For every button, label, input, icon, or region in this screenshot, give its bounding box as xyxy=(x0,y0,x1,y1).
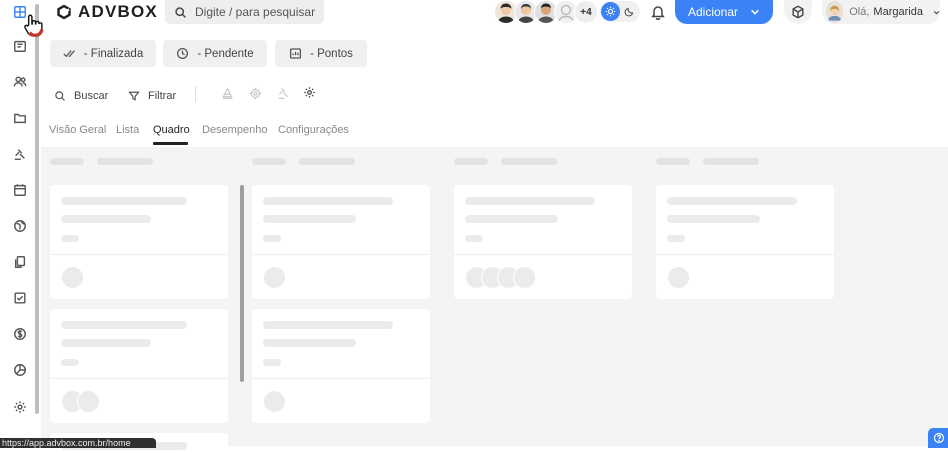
double-check-icon xyxy=(63,50,75,58)
task-card-skeleton[interactable] xyxy=(252,185,430,299)
tab-configuracoes[interactable]: Configurações xyxy=(278,124,349,136)
search-icon xyxy=(55,91,65,101)
notifications-bell-icon[interactable] xyxy=(650,4,666,21)
filter-icon xyxy=(128,91,140,101)
status-pill-finalizada[interactable]: - Finalizada xyxy=(50,40,156,67)
documents-icon[interactable] xyxy=(11,253,29,271)
search-tasks-button[interactable]: Buscar xyxy=(54,88,108,104)
points-icon xyxy=(290,48,302,59)
status-bar-url: https://app.advbox.com.br/home xyxy=(0,438,156,448)
column-header-skeleton xyxy=(50,158,84,165)
cube-icon xyxy=(792,5,804,19)
status-pill-label: - Pontos xyxy=(310,47,353,60)
task-card-skeleton[interactable] xyxy=(656,185,834,299)
sidebar-scrollbar-thumb[interactable] xyxy=(35,4,39,414)
globe-icon[interactable] xyxy=(11,217,29,235)
hand-cursor-icon xyxy=(20,12,46,38)
user-menu[interactable]: Olá, Margarida xyxy=(822,0,940,24)
chevron-down-icon xyxy=(933,10,940,14)
calendar-icon[interactable] xyxy=(11,181,29,199)
priority-icon[interactable] xyxy=(220,86,234,100)
task-card-skeleton[interactable] xyxy=(50,185,228,299)
status-pill-label: - Pendente xyxy=(197,47,254,60)
global-search[interactable] xyxy=(165,0,324,24)
column-header-skeleton xyxy=(454,158,488,165)
logo[interactable]: ADVBOX xyxy=(56,0,158,24)
kanban-board xyxy=(41,147,948,453)
settings-icon[interactable] xyxy=(302,85,316,99)
moon-icon[interactable] xyxy=(620,2,639,21)
gavel-icon[interactable] xyxy=(11,145,29,163)
active-tab-indicator xyxy=(153,142,188,145)
column-header-skeleton xyxy=(97,158,153,165)
filter-button[interactable]: Filtrar xyxy=(128,88,176,104)
status-pill-pontos[interactable]: - Pontos xyxy=(275,40,367,67)
tab-lista[interactable]: Lista xyxy=(116,124,139,136)
target-icon[interactable] xyxy=(248,86,262,100)
user-avatar xyxy=(826,1,844,23)
dollar-icon[interactable] xyxy=(11,325,29,343)
filter-label: Filtrar xyxy=(148,90,177,102)
help-button[interactable] xyxy=(928,428,948,448)
column-header-skeleton xyxy=(252,158,286,165)
column-header-skeleton xyxy=(299,158,355,165)
toolbar-divider xyxy=(195,86,196,102)
column-header-skeleton xyxy=(703,158,759,165)
tab-visao-geral[interactable]: Visão Geral xyxy=(49,124,106,136)
column-scrollbar[interactable] xyxy=(240,185,244,382)
settings-icon[interactable] xyxy=(11,398,29,416)
theme-toggle[interactable] xyxy=(600,1,640,22)
task-card-skeleton[interactable] xyxy=(454,185,632,299)
column-header-skeleton xyxy=(501,158,557,165)
sun-icon[interactable] xyxy=(601,2,620,21)
team-avatars[interactable]: +4 xyxy=(494,0,598,24)
integrations-button[interactable] xyxy=(784,0,812,24)
greeting-hello: Olá, xyxy=(849,6,870,18)
chevron-down-icon xyxy=(751,9,759,15)
add-button-label: Adicionar xyxy=(687,5,739,19)
checkbox-icon[interactable] xyxy=(11,289,29,307)
sidebar-scrollbar[interactable] xyxy=(34,0,40,420)
tab-desempenho[interactable]: Desempenho xyxy=(202,124,267,136)
column-header-skeleton xyxy=(656,158,690,165)
pie-chart-icon[interactable] xyxy=(11,361,29,379)
help-icon xyxy=(933,432,945,444)
avatars-more-count[interactable]: +4 xyxy=(574,0,598,24)
task-card-skeleton[interactable] xyxy=(50,309,228,423)
search-input[interactable] xyxy=(195,5,315,19)
logo-mark-icon xyxy=(57,4,71,20)
clock-icon xyxy=(177,47,189,60)
task-card-skeleton[interactable] xyxy=(252,309,430,423)
status-pill-label: - Finalizada xyxy=(83,47,144,60)
search-icon xyxy=(175,6,186,18)
logo-text: ADVBOX xyxy=(78,2,158,21)
greeting-name: Margarida xyxy=(873,6,923,18)
status-pill-pendente[interactable]: - Pendente xyxy=(163,40,267,67)
users-icon[interactable] xyxy=(11,73,29,91)
tab-quadro[interactable]: Quadro xyxy=(153,124,190,136)
add-button[interactable]: Adicionar xyxy=(675,0,773,24)
calendar-board-icon[interactable] xyxy=(11,37,29,55)
folder-icon[interactable] xyxy=(11,109,29,127)
search-tasks-label: Buscar xyxy=(74,90,109,102)
gavel-icon[interactable] xyxy=(276,86,290,100)
